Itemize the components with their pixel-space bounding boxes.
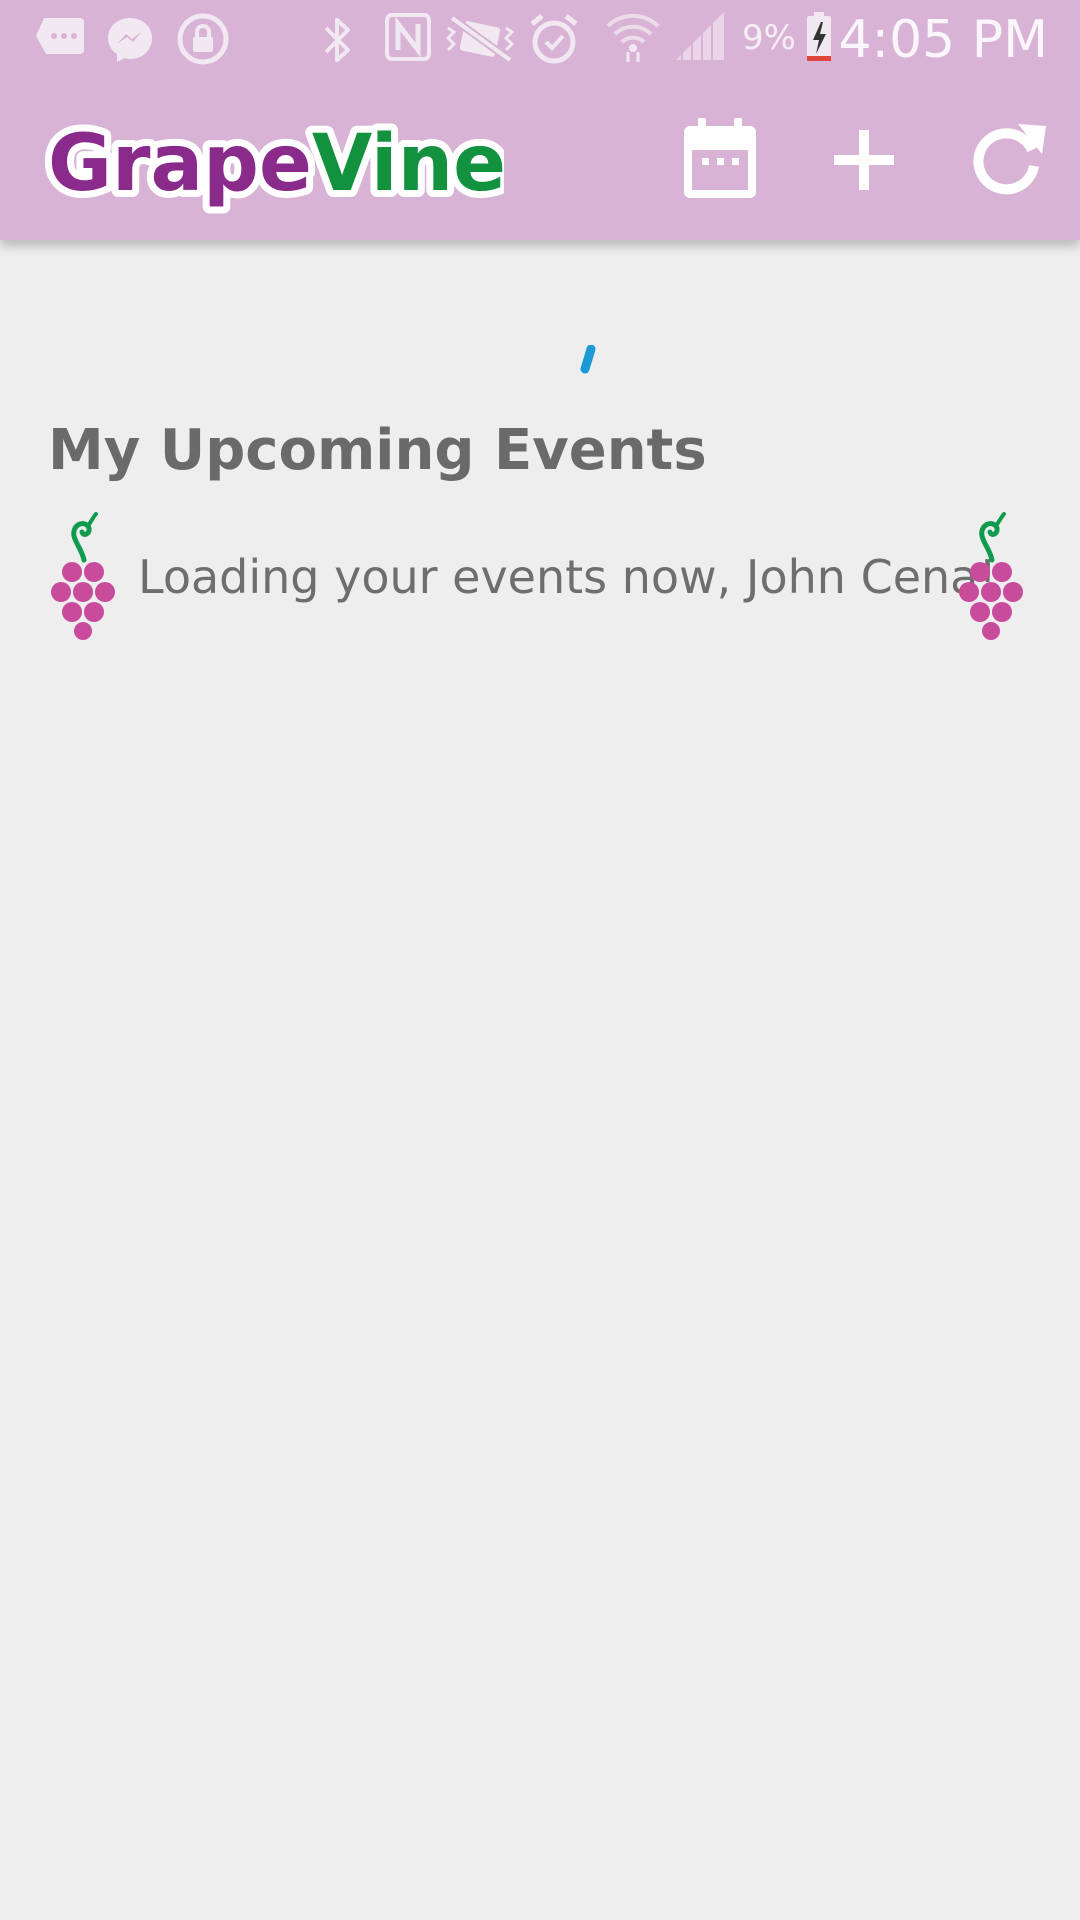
- bluetooth-icon: [324, 18, 350, 62]
- status-bar: 9% 4:05 PM: [0, 0, 1080, 80]
- loading-message: Loading your events now, John Cena!: [138, 550, 997, 604]
- section-title: My Upcoming Events: [48, 418, 707, 483]
- refresh-icon: [973, 124, 1046, 195]
- vibrate-icon: [445, 14, 515, 64]
- signal-icon: [676, 12, 724, 60]
- calendar-icon: [684, 118, 756, 198]
- nfc-icon: [385, 13, 431, 61]
- sms-icon: [36, 18, 84, 54]
- logo-text-vine: Vine: [312, 119, 504, 209]
- battery-percent: 9%: [742, 18, 796, 58]
- loading-spinner: [580, 345, 596, 374]
- lock-icon: [177, 13, 229, 65]
- battery-charging-icon: [807, 12, 831, 61]
- status-time: 4:05 PM: [838, 10, 1048, 70]
- calendar-button[interactable]: [672, 112, 768, 208]
- logo-text-grape: Grape: [48, 119, 312, 209]
- grapevine-logo: GrapeVine GrapeVine: [44, 112, 504, 216]
- grape-icon-left: [51, 512, 115, 640]
- messenger-icon: [108, 18, 152, 62]
- app-bar: 9% 4:05 PM GrapeVine GrapeVine: [0, 0, 1080, 240]
- alarm-icon: [530, 14, 578, 64]
- loading-message-row: Loading your events now, John Cena!: [48, 508, 1032, 644]
- wifi-icon: [606, 13, 660, 62]
- grape-icon-right: [959, 512, 1023, 640]
- logo-text: GrapeVine: [48, 119, 504, 209]
- add-icon: [834, 130, 894, 190]
- refresh-button[interactable]: [960, 112, 1056, 208]
- add-button[interactable]: [816, 112, 912, 208]
